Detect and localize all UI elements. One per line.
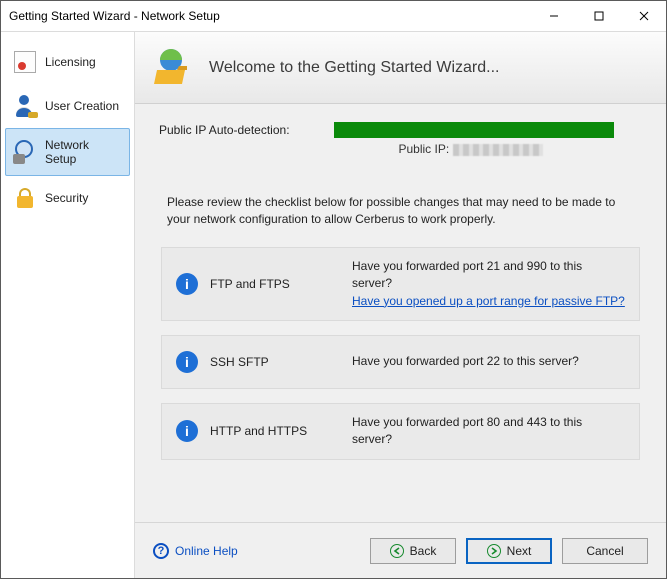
cancel-button[interactable]: Cancel — [562, 538, 648, 564]
checklist-proto: SSH SFTP — [210, 355, 340, 369]
checklist-proto: HTTP and HTTPS — [210, 424, 340, 438]
back-label: Back — [410, 544, 437, 558]
window-title: Getting Started Wizard - Network Setup — [9, 9, 531, 23]
sidebar-item-label: Security — [45, 191, 88, 205]
checklist-msg: Have you forwarded port 21 and 990 to th… — [352, 258, 625, 310]
ip-progress-bar — [334, 122, 614, 138]
maximize-button[interactable] — [576, 1, 621, 31]
sidebar-item-licensing[interactable]: Licensing — [5, 40, 130, 84]
wizard-window: Getting Started Wizard - Network Setup L… — [0, 0, 667, 579]
arrow-left-icon — [390, 544, 404, 558]
help-icon: ? — [153, 543, 169, 559]
public-ip-prefix: Public IP: — [398, 142, 452, 156]
info-icon: i — [176, 273, 198, 295]
checklist-proto: FTP and FTPS — [210, 277, 340, 291]
checklist-row-ssh: i SSH SFTP Have you forwarded port 22 to… — [161, 335, 640, 389]
main-panel: Welcome to the Getting Started Wizard...… — [135, 32, 666, 578]
next-label: Next — [507, 544, 532, 558]
public-ip-row: Public IP Auto-detection: — [159, 122, 642, 138]
info-icon: i — [176, 420, 198, 442]
sidebar-item-user-creation[interactable]: User Creation — [5, 84, 130, 128]
sidebar-item-label: Network Setup — [45, 138, 122, 166]
certificate-icon — [13, 50, 37, 74]
content-area: Public IP Auto-detection: Public IP: Ple… — [135, 104, 666, 522]
public-ip-value-row: Public IP: — [159, 142, 642, 156]
wizard-header: Welcome to the Getting Started Wizard... — [135, 32, 666, 104]
sidebar-item-security[interactable]: Security — [5, 176, 130, 220]
titlebar: Getting Started Wizard - Network Setup — [1, 1, 666, 31]
minimize-button[interactable] — [531, 1, 576, 31]
sidebar-item-label: Licensing — [45, 55, 96, 69]
info-icon: i — [176, 351, 198, 373]
checklist-row-http: i HTTP and HTTPS Have you forwarded port… — [161, 403, 640, 460]
wizard-headline: Welcome to the Getting Started Wizard... — [209, 59, 500, 77]
network-globe-icon — [13, 140, 37, 164]
online-help-label: Online Help — [175, 544, 238, 558]
checklist-msg-line1: Have you forwarded port 21 and 990 to th… — [352, 259, 582, 290]
window-body: Licensing User Creation Network Setup Se… — [1, 31, 666, 578]
sidebar: Licensing User Creation Network Setup Se… — [1, 32, 135, 578]
sidebar-item-network-setup[interactable]: Network Setup — [5, 128, 130, 176]
back-button[interactable]: Back — [370, 538, 456, 564]
passive-ftp-link[interactable]: Have you opened up a port range for pass… — [352, 294, 625, 308]
next-button[interactable]: Next — [466, 538, 552, 564]
sidebar-item-label: User Creation — [45, 99, 119, 113]
checklist-msg: Have you forwarded port 80 and 443 to th… — [352, 414, 625, 449]
wizard-globe-folder-icon — [151, 46, 195, 90]
checklist: i FTP and FTPS Have you forwarded port 2… — [161, 247, 640, 460]
checklist-msg: Have you forwarded port 22 to this serve… — [352, 353, 625, 370]
user-key-icon — [13, 94, 37, 118]
public-ip-label: Public IP Auto-detection: — [159, 123, 324, 137]
cancel-label: Cancel — [586, 544, 623, 558]
close-button[interactable] — [621, 1, 666, 31]
checklist-row-ftp: i FTP and FTPS Have you forwarded port 2… — [161, 247, 640, 321]
lock-icon — [13, 186, 37, 210]
public-ip-value-redacted — [453, 144, 543, 156]
wizard-footer: ? Online Help Back Next Cancel — [135, 522, 666, 578]
instructions-text: Please review the checklist below for po… — [167, 194, 634, 229]
arrow-right-icon — [487, 544, 501, 558]
online-help-link[interactable]: ? Online Help — [153, 543, 238, 559]
